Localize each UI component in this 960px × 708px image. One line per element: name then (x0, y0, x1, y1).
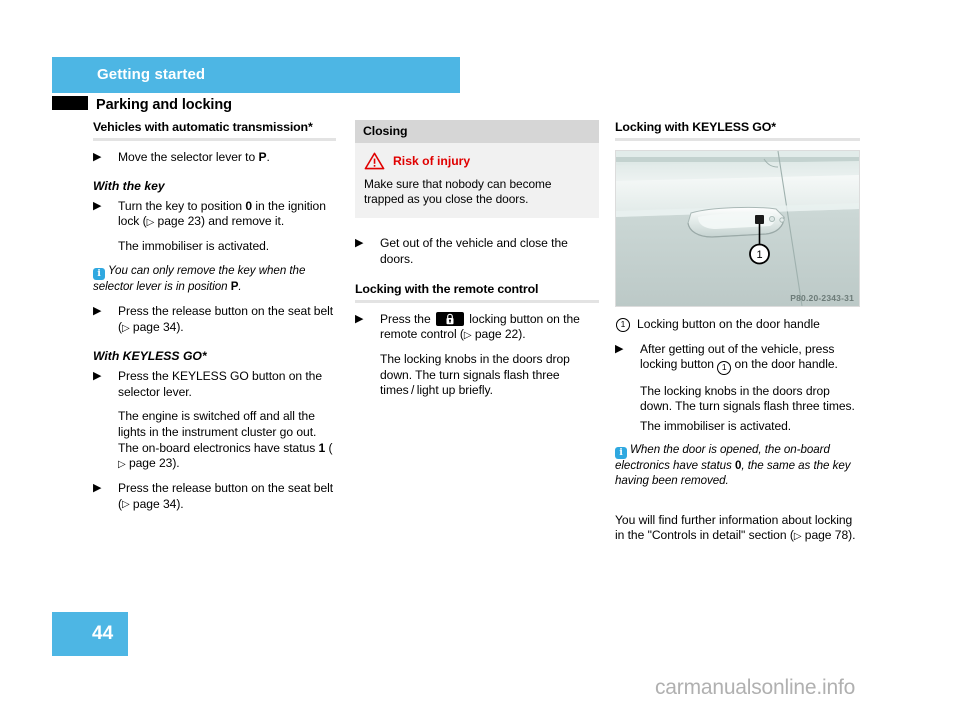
step-press-release-button-key: ▶ Press the release button on the seat b… (93, 304, 336, 336)
heading-automatic-transmission: Vehicles with automatic transmission* (93, 120, 313, 134)
figure-legend-item-1: 1 Locking button on the door handle (615, 317, 860, 333)
subheading-with-keyless-go: With KEYLESS GO* (93, 349, 207, 364)
step-text: Turn the key to position (118, 198, 246, 213)
step-text: Press the (380, 311, 434, 326)
step-text: Get out of the vehicle and close the doo… (380, 236, 568, 266)
xref-triangle-icon: ▷ (463, 329, 472, 341)
heading-rule (355, 299, 599, 303)
figure-image-code: P80.20-2343-31 (790, 293, 854, 303)
step-press-keyless-go-button: ▶ Press the KEYLESS GO button on the sel… (93, 369, 336, 400)
step-text: ). (176, 320, 184, 335)
heading-rule (93, 138, 336, 141)
step-arrow-icon: ▶ (93, 370, 102, 383)
closing-paragraph-further-info: You will find further information about … (615, 513, 860, 545)
result-locking-knobs-drop: The locking knobs in the doors drop down… (640, 383, 855, 414)
result-engine-switched-off: The engine is switched off and all the l… (118, 409, 336, 472)
site-watermark: carmanualsonline.info (655, 676, 856, 699)
note-door-opened-status: i When the door is opened, the on-board e… (615, 443, 860, 488)
callout-number-badge: 1 (616, 318, 630, 332)
left-column: Vehicles with automatic transmission* ▶ … (93, 120, 336, 522)
heading-rule (615, 138, 860, 141)
step-text-end: . (266, 150, 270, 164)
legend-text: Locking button on the door handle (637, 317, 820, 331)
warning-header-row: Risk of injury (364, 152, 590, 170)
section-marker-tab (52, 96, 88, 110)
result-immobiliser-activated: The immobiliser is activated. (640, 418, 792, 433)
heading-locking-remote-control: Locking with the remote control (355, 281, 539, 296)
page-number-box: 44 (52, 612, 128, 656)
step-arrow-icon: ▶ (93, 305, 102, 318)
svg-text:1: 1 (756, 249, 762, 261)
xref-triangle-icon: ▷ (121, 499, 130, 511)
step-turn-key-position-0: ▶ Turn the key to position 0 in the igni… (93, 199, 336, 231)
step-press-release-button-keyless: ▶ Press the release button on the seat b… (93, 481, 336, 513)
info-icon: i (93, 267, 105, 280)
middle-column: Closing Risk of injury Make sure that no… (355, 120, 599, 408)
step-arrow-icon: ▶ (355, 237, 364, 250)
step-arrow-icon: ▶ (93, 151, 102, 163)
step-press-locking-button-handle: ▶ After getting out of the vehicle, pres… (615, 342, 860, 375)
xref-label: page 23 (125, 456, 173, 471)
closing-text: ). (848, 528, 856, 543)
door-handle-figure: 1 P80.20-2343-31 (615, 150, 860, 307)
step-press-lock-button-remote: ▶ Press the locking button on the remote… (355, 311, 599, 344)
result-text: ). (172, 456, 180, 471)
step-text: Move the selector lever to (118, 150, 259, 164)
xref-label: page 23 (154, 214, 201, 229)
warning-triangle-icon (364, 152, 385, 170)
step-arrow-icon: ▶ (615, 342, 624, 355)
heading-locking-keyless-go: Locking with KEYLESS GO* (615, 120, 776, 134)
step-get-out-and-close-doors: ▶ Get out of the vehicle and close the d… (355, 236, 599, 267)
step-arrow-icon: ▶ (93, 199, 102, 212)
info-icon: i (615, 447, 627, 460)
step-text: ) and remove it. (200, 214, 285, 229)
right-column: Locking with KEYLESS GO* 1 P80.20-2343-3… (615, 120, 860, 553)
note-text: You can only remove the key when the sel… (93, 263, 306, 293)
xref-label: page 34 (129, 320, 177, 335)
xref-label: page 22 (471, 327, 519, 342)
xref-triangle-icon: ▷ (121, 322, 130, 334)
callout-number-badge: 1 (717, 360, 732, 375)
chapter-header-bar: Getting started (52, 57, 460, 93)
warning-panel: Risk of injury Make sure that nobody can… (355, 143, 599, 219)
step-arrow-icon: ▶ (355, 312, 364, 325)
step-text: on the door handle. (731, 357, 838, 372)
step-text: Press the KEYLESS GO button on the selec… (118, 369, 323, 399)
xref-label: page 78 (801, 528, 849, 543)
note-key-removal: i You can only remove the key when the se… (93, 264, 336, 295)
step-arrow-icon: ▶ (93, 482, 102, 495)
result-immobiliser-activated: The immobiliser is activated. (118, 239, 270, 254)
xref-label: page 34 (129, 496, 177, 511)
result-locking-knobs-drop: The locking knobs in the doors drop down… (380, 352, 570, 398)
panel-title-closing: Closing (355, 120, 599, 143)
page-title: Parking and locking (96, 97, 232, 113)
step-move-selector-lever: ▶ Move the selector lever to P. (93, 150, 336, 166)
step-text: ). (176, 496, 184, 511)
step-text: ). (518, 327, 526, 342)
warning-text: Make sure that nobody can become trapped… (364, 177, 552, 207)
subheading-with-the-key: With the key (93, 178, 165, 193)
step-text-bold: P (258, 150, 267, 164)
manual-page: Getting started Parking and locking Vehi… (0, 0, 960, 708)
page-number: 44 (92, 623, 114, 644)
car-door-handle-illustration: 1 (616, 151, 859, 306)
note-text-end: . (238, 279, 242, 293)
result-text: ( (325, 440, 333, 455)
result-text: The engine is switched off and all the l… (118, 409, 319, 455)
chapter-title: Getting started (97, 66, 206, 83)
warning-title: Risk of injury (393, 154, 471, 168)
lock-button-icon (435, 311, 464, 326)
xref-triangle-icon: ▷ (118, 458, 126, 470)
